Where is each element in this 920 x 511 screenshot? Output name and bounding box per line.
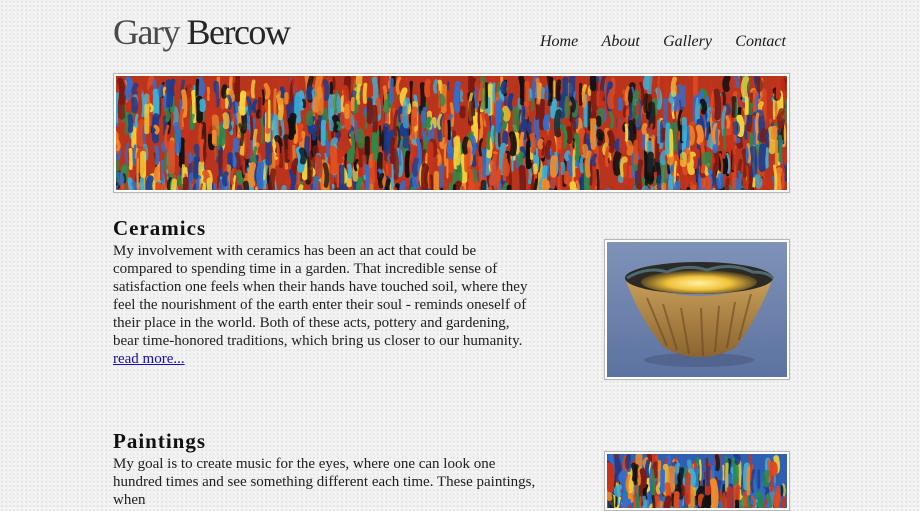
ceramics-heading: Ceramics bbox=[113, 216, 207, 240]
nav-contact-link[interactable]: Contact bbox=[735, 33, 786, 51]
site-title-last-name: Bercow bbox=[186, 12, 290, 52]
nav-gallery-link[interactable]: Gallery bbox=[663, 33, 712, 51]
read-more-link[interactable]: read more... bbox=[113, 351, 185, 367]
ceramic-bowl-photo[interactable] bbox=[604, 239, 790, 380]
nav-about-link[interactable]: About bbox=[602, 33, 640, 51]
main-nav: Home About Gallery Contact bbox=[540, 33, 786, 51]
painting-thumbnail-image bbox=[607, 454, 787, 508]
paintings-text: My goal is to create music for the eyes,… bbox=[113, 456, 536, 508]
ceramics-description: My involvement with ceramics has been an… bbox=[113, 242, 538, 368]
paintings-description: My goal is to create music for the eyes,… bbox=[113, 455, 538, 509]
site-title[interactable]: Gary Bercow bbox=[113, 12, 291, 52]
banner-image bbox=[116, 76, 787, 190]
abstract-painting-banner bbox=[113, 73, 790, 193]
ceramics-text: My involvement with ceramics has been an… bbox=[113, 243, 528, 349]
painting-thumbnail[interactable] bbox=[604, 451, 790, 511]
nav-home-link[interactable]: Home bbox=[540, 33, 578, 51]
site-title-first-name: Gary bbox=[113, 12, 180, 52]
paintings-heading: Paintings bbox=[113, 429, 207, 453]
ceramic-bowl-image bbox=[607, 242, 787, 377]
